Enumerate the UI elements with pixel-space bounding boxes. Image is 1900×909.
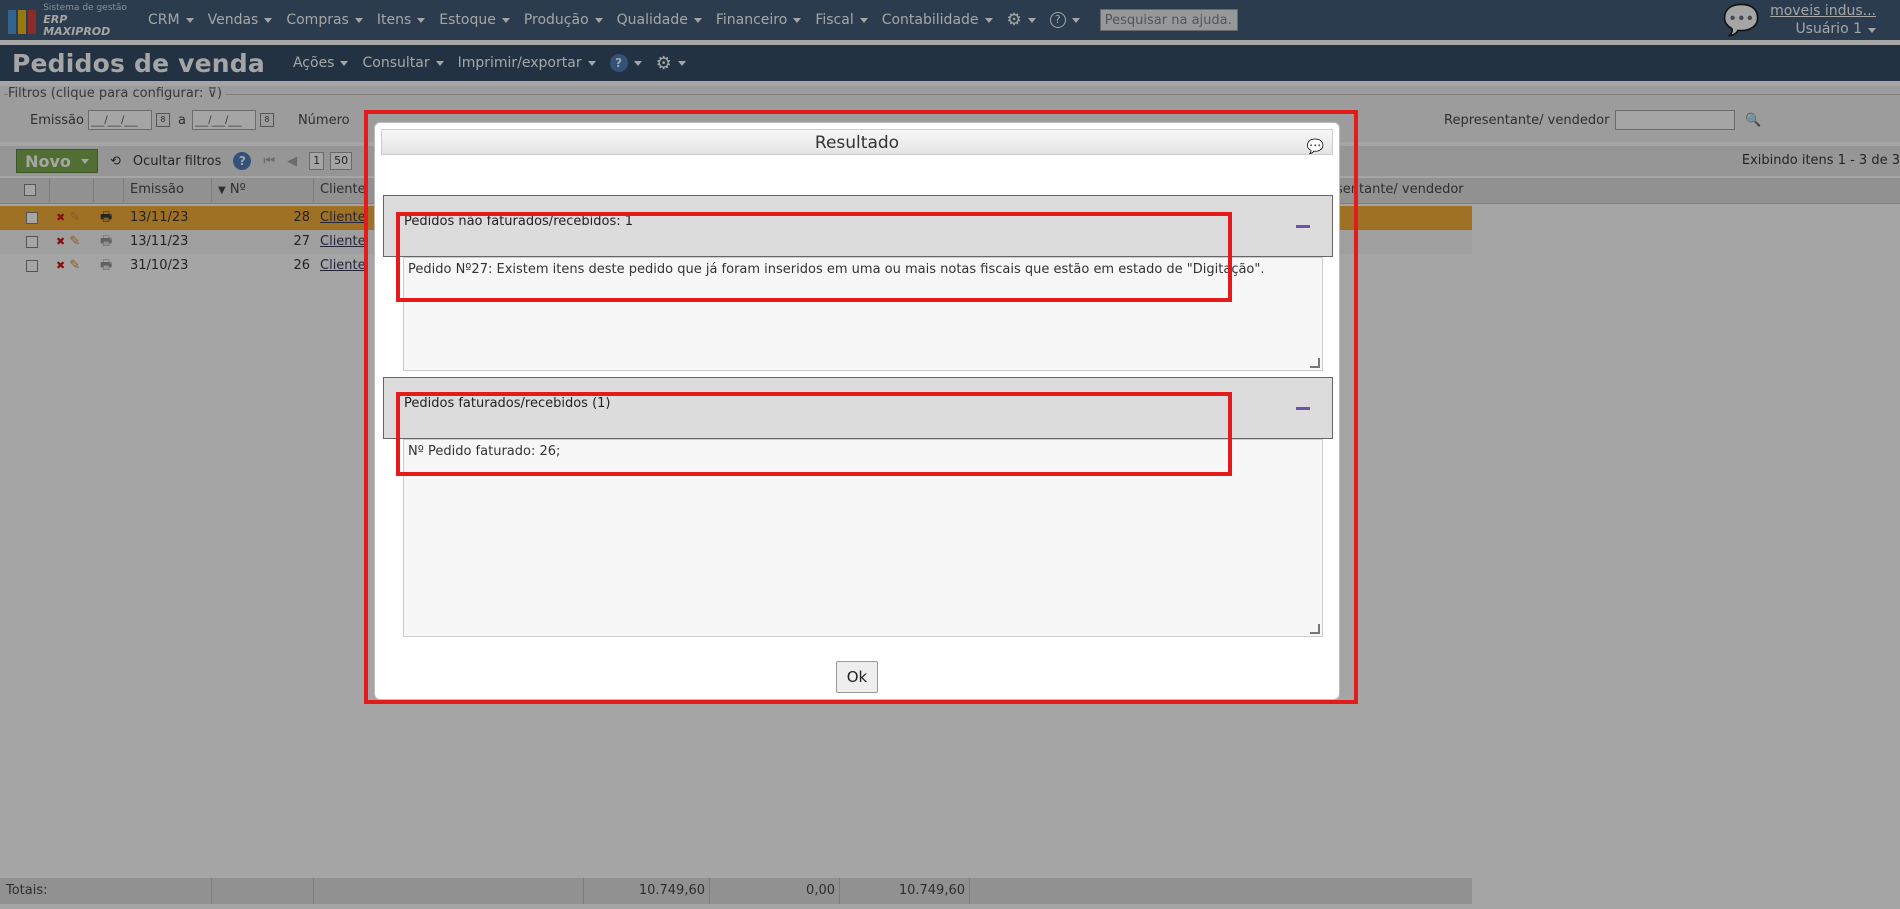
- annotation-box-section2: [396, 392, 1232, 476]
- annotation-box-section1: [396, 212, 1232, 302]
